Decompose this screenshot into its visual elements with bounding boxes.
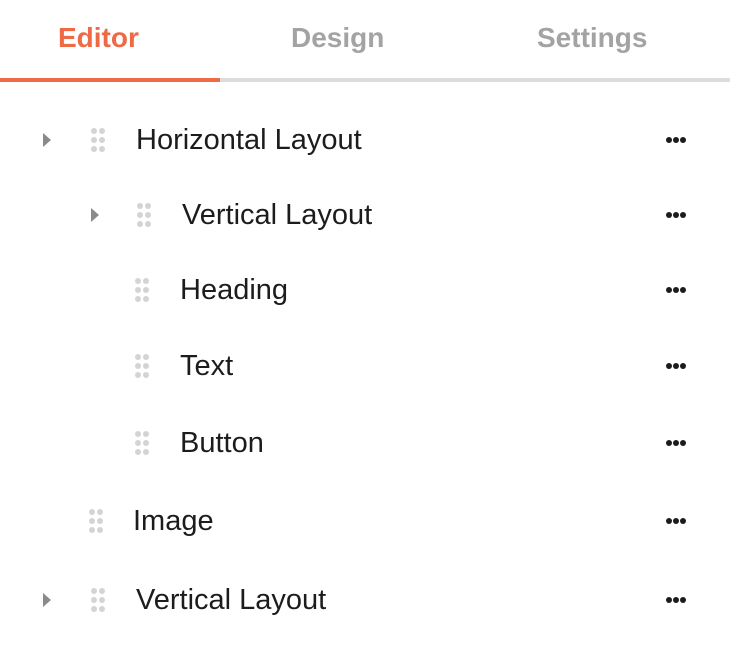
tree-item-button[interactable]: Button bbox=[0, 413, 730, 473]
more-icon[interactable] bbox=[660, 588, 692, 612]
more-icon[interactable] bbox=[660, 509, 692, 533]
caret-right-icon[interactable] bbox=[38, 590, 58, 610]
drag-handle-icon[interactable] bbox=[88, 586, 108, 614]
drag-handle-icon[interactable] bbox=[88, 126, 108, 154]
drag-handle-icon[interactable] bbox=[132, 276, 152, 304]
tree-item-label: Horizontal Layout bbox=[136, 124, 362, 156]
tree-item-label: Heading bbox=[180, 274, 289, 306]
tree-item-text[interactable]: Text bbox=[0, 336, 730, 396]
drag-handle-icon[interactable] bbox=[86, 507, 106, 535]
tree-item-label: Vertical Layout bbox=[136, 584, 327, 616]
more-icon[interactable] bbox=[660, 431, 692, 455]
drag-handle-icon[interactable] bbox=[132, 352, 152, 380]
tree-item-horizontal-layout[interactable]: Horizontal Layout bbox=[0, 110, 730, 170]
tree-item-vertical-layout[interactable]: Vertical Layout bbox=[0, 185, 730, 245]
tab-design[interactable]: Design bbox=[291, 18, 384, 58]
more-icon[interactable] bbox=[660, 203, 692, 227]
tab-editor[interactable]: Editor bbox=[58, 18, 139, 58]
tree-item-vertical-layout[interactable]: Vertical Layout bbox=[0, 570, 730, 630]
caret-right-icon[interactable] bbox=[86, 205, 106, 225]
tree-item-label: Image bbox=[133, 505, 214, 537]
tab-settings[interactable]: Settings bbox=[537, 18, 647, 58]
tree-item-label: Text bbox=[180, 350, 234, 382]
tree-item-label: Vertical Layout bbox=[182, 199, 373, 231]
tree-item-label: Button bbox=[180, 427, 264, 459]
drag-handle-icon[interactable] bbox=[132, 429, 152, 457]
tree-item-heading[interactable]: Heading bbox=[0, 260, 730, 320]
more-icon[interactable] bbox=[660, 128, 692, 152]
more-icon[interactable] bbox=[660, 278, 692, 302]
drag-handle-icon[interactable] bbox=[134, 201, 154, 229]
active-tab-indicator bbox=[0, 78, 220, 82]
caret-right-icon[interactable] bbox=[38, 130, 58, 150]
tree-item-image[interactable]: Image bbox=[0, 491, 730, 551]
tab-bar: Editor Design Settings bbox=[0, 0, 730, 82]
more-icon[interactable] bbox=[660, 354, 692, 378]
